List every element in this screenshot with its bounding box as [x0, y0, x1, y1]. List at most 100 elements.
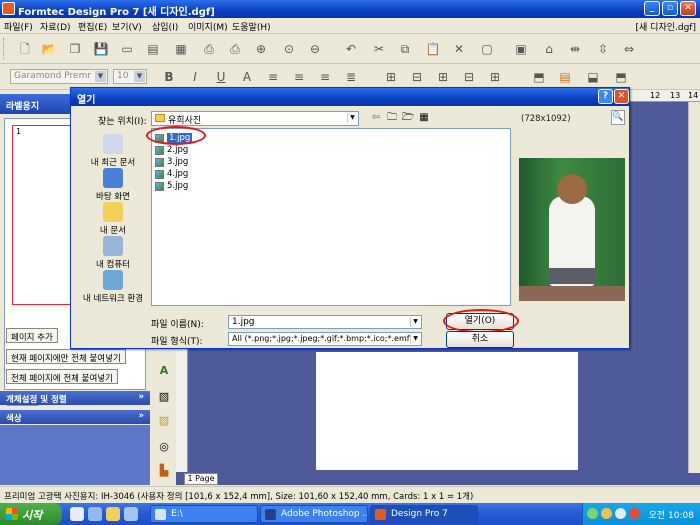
distribute-icon[interactable]: ⇔ — [620, 40, 638, 58]
pdf-tool-icon[interactable]: ◎ — [155, 438, 173, 456]
paste-current-page-button[interactable]: 현재 페이지에만 전체 붙여넣기 — [6, 349, 126, 364]
menu-image[interactable]: 이미지(M) — [188, 20, 228, 33]
cancel-button[interactable]: 취소 — [446, 331, 514, 348]
font-color-icon[interactable]: A — [238, 68, 256, 86]
section-object-settings[interactable]: 개체설정 및 정렬 » — [0, 391, 150, 405]
file-item[interactable]: 2.jpg — [154, 145, 188, 156]
task-design-pro[interactable]: Design Pro 7 — [370, 505, 478, 523]
sample-icon[interactable]: ▦ — [172, 40, 190, 58]
menu-help[interactable]: 도움말(H) — [232, 20, 271, 33]
toolbar-grip[interactable] — [3, 38, 6, 60]
chevron-down-icon[interactable]: ▼ — [410, 317, 420, 327]
copy-doc-icon[interactable]: ❐ — [66, 40, 84, 58]
undo-icon[interactable]: ↶ — [342, 40, 360, 58]
arrange3-icon[interactable]: ⊞ — [434, 68, 452, 86]
close-icon[interactable]: ✕ — [614, 89, 629, 104]
underline-icon[interactable]: U — [212, 68, 230, 86]
back-icon[interactable]: ⬓ — [584, 68, 602, 86]
up-folder-icon[interactable]: 🗀 — [385, 111, 399, 125]
view-menu-icon[interactable]: ▦ — [417, 111, 431, 125]
document-page[interactable] — [316, 352, 578, 470]
shape-tool-icon[interactable]: ▙ — [155, 462, 173, 480]
minimize-button[interactable]: _ — [644, 1, 660, 16]
preview-icon[interactable]: 🔍 — [611, 110, 625, 125]
copy-icon[interactable]: ⧉ — [396, 40, 414, 58]
file-item[interactable]: 4.jpg — [154, 169, 188, 180]
print-icon[interactable]: ⎙ — [200, 40, 218, 58]
close-button[interactable]: ✕ — [680, 1, 696, 16]
center-h-icon[interactable]: ⇹ — [566, 40, 584, 58]
section-color[interactable]: 색상 » — [0, 410, 150, 424]
arrange4-icon[interactable]: ⊟ — [460, 68, 478, 86]
chevron-down-icon[interactable]: ▼ — [95, 71, 106, 82]
paste-all-pages-button[interactable]: 전체 페이지에 전체 붙여넣기 — [6, 369, 118, 384]
filename-input[interactable]: 1.jpg ▼ — [228, 315, 422, 329]
align-left-icon[interactable]: ≡ — [264, 68, 282, 86]
page-tab[interactable]: 1 Page — [184, 473, 218, 485]
tray-icon[interactable] — [601, 508, 612, 519]
cut-icon[interactable]: ✂ — [370, 40, 388, 58]
align-right-icon[interactable]: ≡ — [316, 68, 334, 86]
zoom-out-icon[interactable]: ⊖ — [306, 40, 324, 58]
image-icon[interactable]: ▤ — [556, 68, 574, 86]
arrange-icon[interactable]: ⊞ — [382, 68, 400, 86]
look-in-combo[interactable]: 유희사진 ▼ — [151, 111, 359, 126]
align-center-icon[interactable]: ≡ — [290, 68, 308, 86]
file-item[interactable]: 5.jpg — [154, 181, 188, 192]
menu-data[interactable]: 자료(D) — [40, 20, 71, 33]
font-select[interactable]: Garamond Premr ▼ — [10, 69, 108, 84]
back-arrow-icon[interactable]: ⇦ — [369, 111, 383, 125]
print-preview-icon[interactable]: ⎙ — [226, 40, 244, 58]
new-folder-icon[interactable]: 🗁 — [401, 111, 415, 125]
page-setup-icon[interactable]: ▤ — [144, 40, 162, 58]
place-my-documents[interactable]: 내 문서 — [81, 202, 145, 236]
bold-icon[interactable]: B — [160, 68, 178, 86]
new-file-icon[interactable]: 🗋 — [16, 40, 34, 58]
italic-icon[interactable]: I — [186, 68, 204, 86]
group-icon[interactable]: ⬒ — [612, 68, 630, 86]
text-tool-icon[interactable]: A — [155, 362, 173, 380]
align-icon[interactable]: ▣ — [512, 40, 530, 58]
paste-icon[interactable]: 📋 — [424, 40, 442, 58]
menu-insert[interactable]: 삽입(I) — [152, 20, 178, 33]
help-icon[interactable]: ? — [598, 89, 613, 104]
file-item[interactable]: 3.jpg — [154, 157, 188, 168]
desktop-quicklaunch-icon[interactable] — [106, 507, 120, 521]
center-v-icon[interactable]: ⇳ — [594, 40, 612, 58]
filetype-select[interactable]: All (*.png;*.jpg;*.jpeg;*.gif;*.bmp;*.ic… — [228, 332, 422, 346]
task-photoshop[interactable]: Adobe Photoshop ... — [260, 505, 368, 523]
clipart-tool-icon[interactable]: ▨ — [155, 412, 173, 430]
font-size-select[interactable]: 10 ▼ — [113, 69, 147, 84]
security-icon[interactable] — [629, 508, 640, 519]
arrange5-icon[interactable]: ⊞ — [486, 68, 504, 86]
place-my-computer[interactable]: 내 컴퓨터 — [81, 236, 145, 270]
add-page-button[interactable]: 페이지 추가 — [6, 328, 58, 343]
menu-file[interactable]: 파일(F) — [4, 20, 33, 33]
justify-icon[interactable]: ≣ — [342, 68, 360, 86]
place-desktop[interactable]: 바탕 화면 — [81, 168, 145, 202]
front-icon[interactable]: ⬒ — [530, 68, 548, 86]
media-quicklaunch-icon[interactable] — [124, 507, 138, 521]
arrange2-icon[interactable]: ⊟ — [408, 68, 426, 86]
task-explorer[interactable]: E:\ — [150, 505, 258, 523]
network-icon[interactable] — [615, 508, 626, 519]
place-network[interactable]: 내 네트워크 환경 — [81, 270, 145, 304]
home-icon[interactable]: ⌂ — [540, 40, 558, 58]
vertical-scrollbar[interactable] — [688, 102, 700, 473]
zoom-fit-icon[interactable]: ⊙ — [280, 40, 298, 58]
maximize-button[interactable]: ▫ — [662, 1, 678, 16]
tray-icon[interactable] — [587, 508, 598, 519]
open-file-icon[interactable]: 📂 — [40, 40, 58, 58]
menu-view[interactable]: 보기(V) — [112, 20, 142, 33]
delete-icon[interactable]: ✕ — [450, 40, 468, 58]
clear-icon[interactable]: ▢ — [478, 40, 496, 58]
zoom-in-icon[interactable]: ⊕ — [252, 40, 270, 58]
place-recent[interactable]: 내 최근 문서 — [81, 134, 145, 168]
chevron-down-icon[interactable]: ▼ — [347, 113, 357, 123]
ie-quicklaunch-icon[interactable] — [88, 507, 102, 521]
menu-edit[interactable]: 편집(E) — [78, 20, 107, 33]
start-button[interactable]: 시작 — [0, 503, 62, 525]
chevron-down-icon[interactable]: ▼ — [410, 334, 420, 344]
image-tool-icon[interactable]: ▧ — [155, 388, 173, 406]
chevron-down-icon[interactable]: ▼ — [134, 71, 145, 82]
